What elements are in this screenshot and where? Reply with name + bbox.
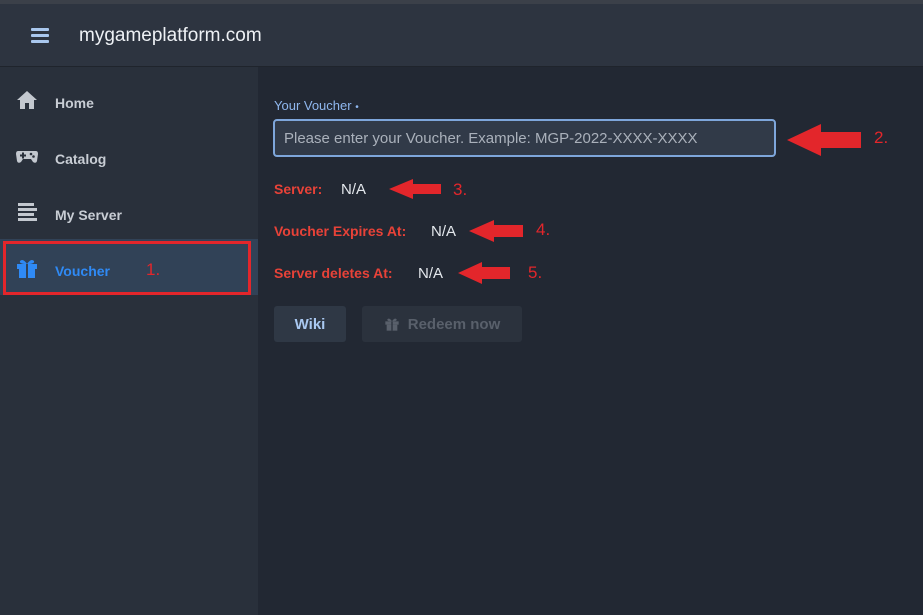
server-deletes-value: N/A: [418, 265, 444, 282]
highlight-box: [3, 241, 251, 295]
server-value: N/A: [341, 181, 367, 198]
annotation-number: 4.: [536, 220, 551, 239]
annotation-number: 3.: [453, 180, 468, 199]
sidebar: Home Catalog My Server Voucher 1.: [0, 67, 258, 615]
app-bar: mygameplatform.com: [0, 4, 923, 67]
sidebar-item-label: My Server: [55, 207, 122, 223]
server-label: Server:: [274, 181, 323, 197]
annotation-number: 2.: [874, 128, 889, 147]
required-marker: •: [355, 102, 359, 113]
annotation-arrow: [469, 220, 523, 242]
voucher-field-label: Your Voucher •: [274, 98, 359, 113]
voucher-expires-label: Voucher Expires At:: [274, 223, 407, 239]
gift-icon: [385, 318, 399, 331]
server-icon: [18, 203, 37, 221]
annotation-number: 1.: [146, 260, 161, 279]
annotation-arrow: [787, 124, 861, 156]
voucher-input[interactable]: [273, 119, 776, 157]
sidebar-item-label: Home: [55, 95, 94, 111]
annotation-arrow: [389, 179, 441, 199]
sidebar-item-label: Catalog: [55, 151, 107, 167]
redeem-button[interactable]: Redeem now: [362, 306, 522, 342]
server-deletes-label: Server deletes At:: [274, 265, 393, 281]
annotation-number: 5.: [528, 263, 543, 282]
annotation-arrow: [458, 262, 510, 284]
wiki-button[interactable]: Wiki: [274, 306, 346, 342]
sidebar-item-catalog[interactable]: Catalog: [0, 127, 258, 183]
voucher-expires-value: N/A: [431, 223, 457, 240]
gamepad-icon: [16, 151, 38, 163]
sidebar-item-my-server[interactable]: My Server: [0, 183, 258, 239]
menu-icon[interactable]: [22, 21, 58, 51]
site-title: mygameplatform.com: [79, 25, 262, 46]
home-icon: [17, 91, 37, 109]
sidebar-item-home[interactable]: Home: [0, 71, 258, 127]
redeem-button-label: Redeem now: [407, 315, 501, 333]
